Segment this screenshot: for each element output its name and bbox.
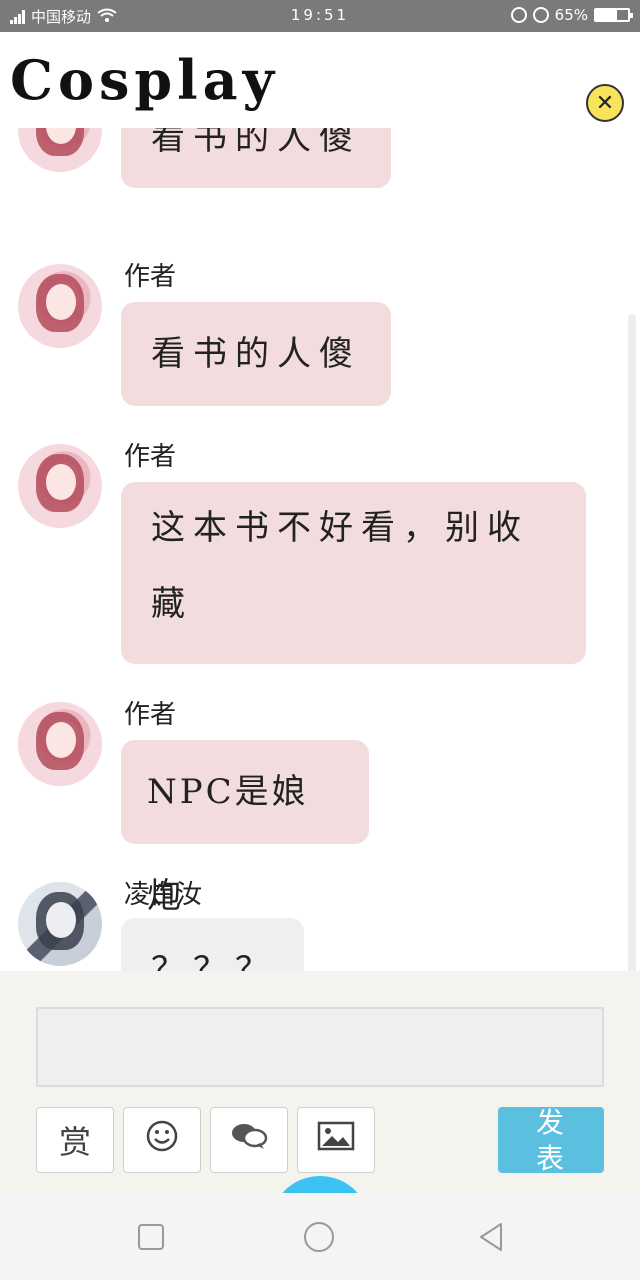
message-text: 看书的人傻 (151, 128, 361, 158)
reward-button[interactable]: 赏 (36, 1107, 114, 1173)
sender-name: 作者 (124, 442, 177, 472)
publish-button[interactable]: 发表 (498, 1107, 604, 1173)
avatar[interactable] (18, 444, 102, 528)
page-title: Cosplay (10, 48, 280, 112)
message-text: ？？？ (151, 950, 277, 971)
message-bubble[interactable]: 看书的人傻 (121, 128, 391, 188)
sender-name: 作者 (124, 262, 177, 292)
message-text: 这本书不好看，别收藏 (151, 508, 529, 624)
header: Cosplay ✕ (0, 32, 640, 128)
publish-label: 发表 (535, 1107, 566, 1173)
emoji-button[interactable] (123, 1107, 201, 1173)
image-button[interactable] (297, 1107, 375, 1173)
battery-percent: 65% (554, 6, 588, 24)
avatar[interactable] (18, 702, 102, 786)
comments-button[interactable] (210, 1107, 288, 1173)
chat-bubbles-icon (230, 1121, 268, 1159)
message-bubble[interactable]: NPC是娘炮 (121, 740, 369, 916)
avatar[interactable] (18, 128, 102, 172)
reward-icon: 赏 (58, 1123, 91, 1161)
composer-panel: 赏 发表 (0, 971, 640, 1193)
triangle-back-icon[interactable] (475, 1221, 507, 1253)
message-bubble[interactable]: 看书的人傻 (121, 302, 391, 406)
avatar[interactable] (18, 882, 102, 966)
scrollbar[interactable] (628, 314, 636, 971)
sender-name: 凌白汝 (124, 880, 203, 910)
message-text: 看书的人傻 (151, 334, 361, 374)
close-x-icon: ✕ (595, 90, 615, 116)
battery-icon (594, 8, 633, 22)
chat-list[interactable]: 看书的人傻 作者 看书的人傻 作者 这本书不好看，别收藏 作者 NPC是娘炮 凌… (0, 128, 640, 971)
close-button[interactable]: ✕ (586, 84, 624, 122)
image-icon (317, 1121, 355, 1159)
circle-home-icon[interactable] (303, 1221, 335, 1253)
alarm-icon (532, 7, 549, 23)
message-bubble[interactable]: ？？？ (121, 918, 304, 971)
status-bar: 中国移动 19:51 65% (0, 0, 640, 32)
system-nav-bar (0, 1193, 640, 1280)
battery-level (596, 10, 617, 20)
square-recent-icon[interactable] (135, 1221, 167, 1253)
emoji-icon (145, 1119, 179, 1161)
lock-rotation-icon (510, 7, 527, 23)
avatar[interactable] (18, 264, 102, 348)
comment-input[interactable] (36, 1007, 604, 1087)
sender-name: 作者 (124, 700, 177, 730)
message-bubble[interactable]: 这本书不好看，别收藏 (121, 482, 586, 664)
